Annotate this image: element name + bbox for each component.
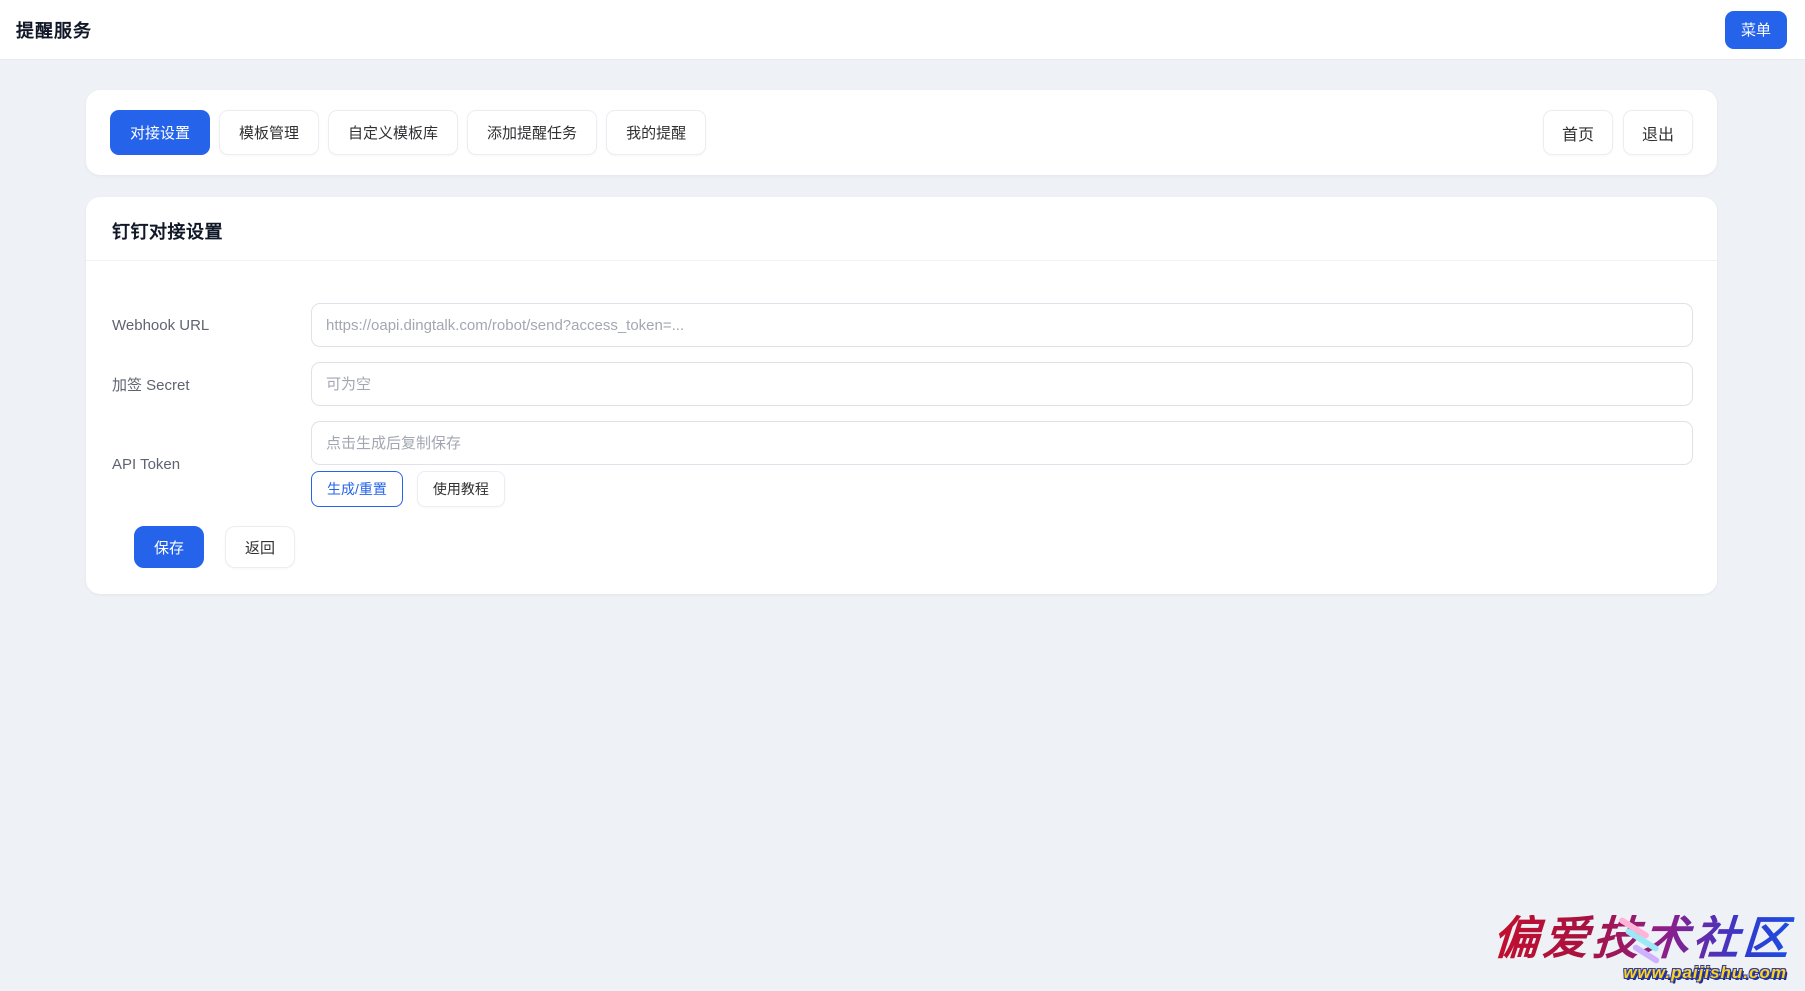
brush-stroke-cyan [1624, 927, 1659, 952]
watermark-brush-strokes [1611, 921, 1681, 971]
main-content: 对接设置 模板管理 自定义模板库 添加提醒任务 我的提醒 首页 退出 钉钉对接设… [0, 60, 1805, 594]
webhook-url-label: Webhook URL [110, 317, 311, 334]
form-row-webhook-url: Webhook URL [110, 303, 1693, 347]
settings-card-title: 钉钉对接设置 [112, 218, 1691, 244]
exit-button[interactable]: 退出 [1623, 110, 1693, 155]
api-token-input[interactable] [311, 421, 1693, 465]
form-row-api-token: API Token 生成/重置 使用教程 [110, 421, 1693, 507]
settings-card-header: 钉钉对接设置 [86, 197, 1717, 261]
brush-stroke-violet [1632, 944, 1661, 965]
app-root: { "header": { "title": "提醒服务", "menu_but… [0, 0, 1805, 991]
watermark-text: 偏爱技术社区 [1491, 915, 1794, 961]
menu-button[interactable]: 菜单 [1725, 11, 1787, 49]
generate-reset-button[interactable]: 生成/重置 [311, 471, 403, 507]
tab-add-reminder-task[interactable]: 添加提醒任务 [467, 110, 597, 155]
nav-card: 对接设置 模板管理 自定义模板库 添加提醒任务 我的提醒 首页 退出 [86, 90, 1717, 175]
nav-right-actions: 首页 退出 [1543, 110, 1693, 155]
brush-stroke-pink [1618, 916, 1650, 939]
dingtalk-settings-card: 钉钉对接设置 Webhook URL 加签 Secret API Token [86, 197, 1717, 594]
tab-custom-template-library[interactable]: 自定义模板库 [328, 110, 458, 155]
tab-template-management[interactable]: 模板管理 [219, 110, 319, 155]
app-header: 提醒服务 菜单 [0, 0, 1805, 60]
api-token-label: API Token [110, 456, 311, 473]
watermark-url: www.paijishu.com [1623, 963, 1787, 983]
save-button[interactable]: 保存 [134, 526, 204, 568]
api-token-buttons: 生成/重置 使用教程 [311, 471, 1693, 507]
secret-label: 加签 Secret [110, 374, 311, 395]
back-button[interactable]: 返回 [225, 526, 295, 568]
settings-form: Webhook URL 加签 Secret API Token 生成/重置 使用… [86, 261, 1717, 568]
page-title: 提醒服务 [16, 17, 92, 43]
form-actions: 保存 返回 [134, 526, 1693, 568]
form-row-secret: 加签 Secret [110, 362, 1693, 406]
tab-connection-settings[interactable]: 对接设置 [110, 110, 210, 155]
secret-input[interactable] [311, 362, 1693, 406]
webhook-url-input[interactable] [311, 303, 1693, 347]
community-watermark: 偏爱技术社区 www.paijishu.com [1493, 915, 1793, 983]
home-button[interactable]: 首页 [1543, 110, 1613, 155]
tutorial-button[interactable]: 使用教程 [417, 471, 505, 507]
tab-my-reminders[interactable]: 我的提醒 [606, 110, 706, 155]
tab-bar: 对接设置 模板管理 自定义模板库 添加提醒任务 我的提醒 [110, 110, 706, 155]
